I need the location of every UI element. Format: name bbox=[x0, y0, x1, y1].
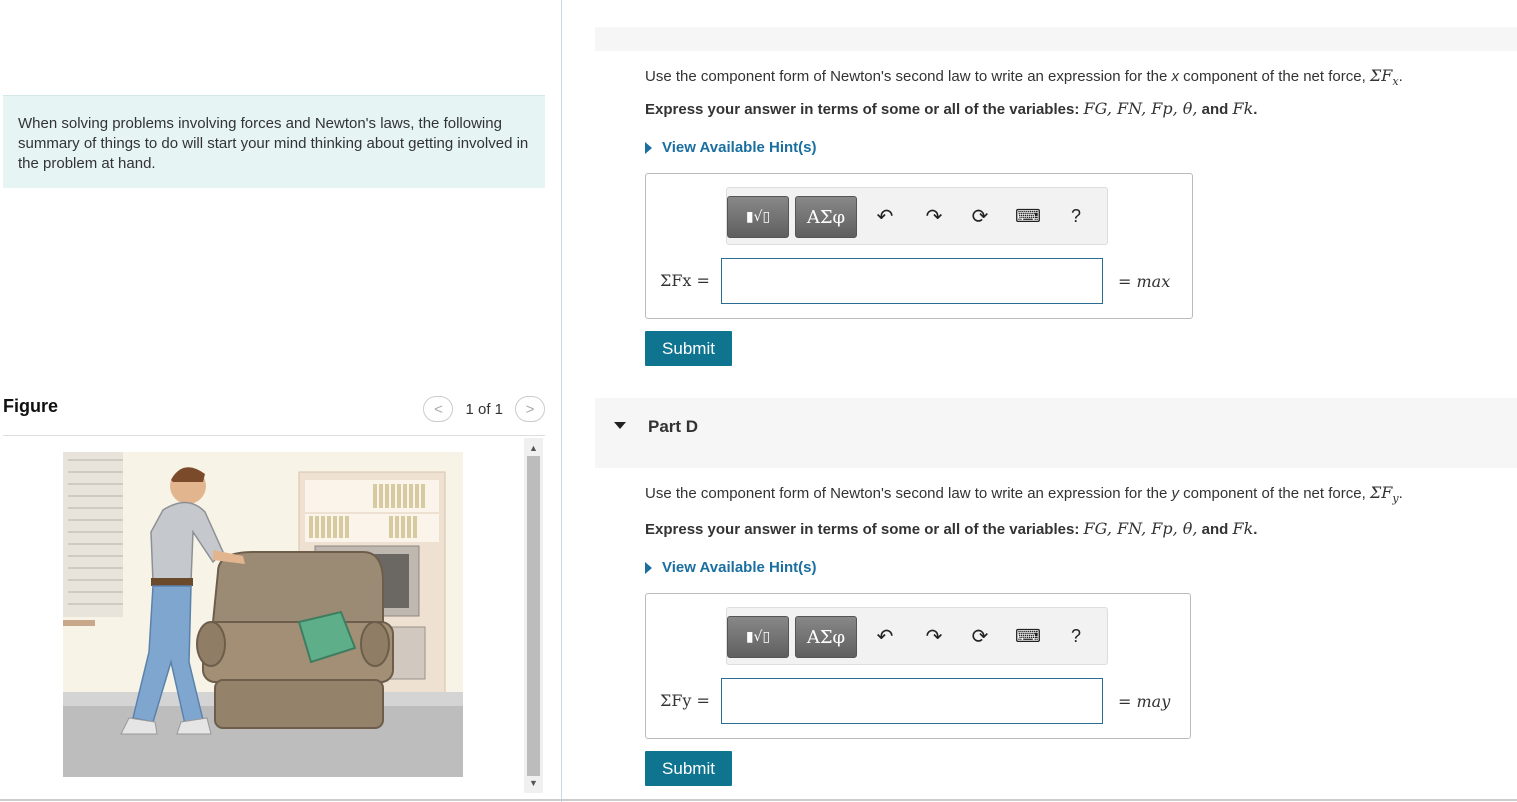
expand-triangle-icon bbox=[645, 561, 652, 574]
left-panel: When solving problems involving forces a… bbox=[0, 0, 562, 802]
part-d-eq-right: = may bbox=[1118, 692, 1171, 711]
part-d-title: Part D bbox=[648, 417, 699, 436]
part-c-express-vars: FG, FN, Fp, θ, bbox=[1083, 99, 1198, 118]
prev-figure-button[interactable]: < bbox=[423, 396, 454, 422]
part-c-header-strip bbox=[595, 27, 1517, 51]
part-c-express: Express your answer in terms of some or … bbox=[645, 99, 1258, 118]
expand-triangle-icon bbox=[645, 141, 652, 154]
part-d-question-prefix: Use the component form of Newton's secon… bbox=[645, 485, 1172, 502]
part-d-express-prefix: Express your answer in terms of some or … bbox=[645, 521, 1084, 538]
scroll-up-icon[interactable]: ▲ bbox=[524, 440, 543, 456]
part-d-submit-button[interactable]: Submit bbox=[645, 751, 732, 786]
right-panel: Use the component form of Newton's secon… bbox=[563, 0, 1517, 802]
part-c-express-last: Fk bbox=[1232, 99, 1254, 118]
keyboard-icon[interactable]: ⌨ bbox=[1015, 623, 1041, 649]
keyboard-icon[interactable]: ⌨ bbox=[1015, 203, 1041, 229]
part-c-eq-right: = max bbox=[1118, 272, 1171, 291]
part-c-hint-label: View Available Hint(s) bbox=[662, 139, 817, 156]
part-c-express-and: and bbox=[1197, 101, 1233, 118]
part-d-answer-box: ▮√▯ ΑΣφ ↶ ↷ ⟳ ⌨ ? ΣFy = = may bbox=[645, 593, 1191, 739]
part-d-math-toolbar: ▮√▯ ΑΣφ ↶ ↷ ⟳ ⌨ ? bbox=[726, 607, 1108, 665]
part-c-question-var: x bbox=[1171, 68, 1179, 85]
part-d-answer-input[interactable] bbox=[721, 678, 1103, 724]
figure-header: Figure < 1 of 1 > bbox=[3, 392, 545, 436]
part-d-hint-link[interactable]: View Available Hint(s) bbox=[645, 559, 817, 576]
symbols-button[interactable]: ΑΣφ bbox=[795, 196, 857, 238]
next-figure-button[interactable]: > bbox=[515, 396, 545, 422]
part-c-eq-left: ΣFx = bbox=[660, 271, 710, 290]
part-d-eq-left: ΣFy = bbox=[660, 691, 710, 710]
redo-icon[interactable]: ↷ bbox=[921, 623, 947, 649]
part-d-question-suffix: component of the net force, bbox=[1178, 485, 1370, 502]
part-c-question-suffix: component of the net force, bbox=[1178, 68, 1370, 85]
symbols-button[interactable]: ΑΣφ bbox=[795, 616, 857, 658]
part-c-express-prefix: Express your answer in terms of some or … bbox=[645, 101, 1084, 118]
templates-button[interactable]: ▮√▯ bbox=[727, 616, 789, 658]
figure-page-count: 1 of 1 bbox=[465, 400, 503, 418]
part-d-express-and: and bbox=[1197, 521, 1233, 538]
intro-text: When solving problems involving forces a… bbox=[3, 95, 545, 188]
undo-icon[interactable]: ↶ bbox=[872, 203, 898, 229]
part-c-question-math: ΣF bbox=[1369, 66, 1393, 85]
templates-button[interactable]: ▮√▯ bbox=[727, 196, 789, 238]
scrollbar-thumb[interactable] bbox=[527, 456, 540, 776]
collapse-caret-icon[interactable] bbox=[614, 422, 626, 429]
part-c-answer-input[interactable] bbox=[721, 258, 1103, 304]
part-c-math-toolbar: ▮√▯ ΑΣφ ↶ ↷ ⟳ ⌨ ? bbox=[726, 187, 1108, 245]
part-d-hint-label: View Available Hint(s) bbox=[662, 559, 817, 576]
reset-icon[interactable]: ⟳ bbox=[967, 623, 993, 649]
part-c-answer-box: ▮√▯ ΑΣφ ↶ ↷ ⟳ ⌨ ? ΣFx = = max bbox=[645, 173, 1193, 319]
part-d-question: Use the component form of Newton's secon… bbox=[645, 483, 1403, 505]
figure-pager: < 1 of 1 > bbox=[423, 396, 545, 422]
figure-title: Figure bbox=[3, 396, 59, 416]
redo-icon[interactable]: ↷ bbox=[921, 203, 947, 229]
part-c-submit-button[interactable]: Submit bbox=[645, 331, 732, 366]
part-d-express-vars: FG, FN, Fp, θ, bbox=[1083, 519, 1198, 538]
part-d-question-var: y bbox=[1171, 485, 1179, 502]
figure-image bbox=[63, 452, 463, 777]
help-icon[interactable]: ? bbox=[1063, 203, 1089, 229]
part-d-express: Express your answer in terms of some or … bbox=[645, 519, 1258, 538]
part-d-question-math: ΣF bbox=[1369, 483, 1393, 502]
part-c-hint-link[interactable]: View Available Hint(s) bbox=[645, 139, 817, 156]
undo-icon[interactable]: ↶ bbox=[872, 623, 898, 649]
figure-scrollbar[interactable]: ▲ ▼ bbox=[524, 438, 543, 793]
part-c-question: Use the component form of Newton's secon… bbox=[645, 66, 1403, 88]
part-d-express-last: Fk bbox=[1232, 519, 1254, 538]
help-icon[interactable]: ? bbox=[1063, 623, 1089, 649]
scroll-down-icon[interactable]: ▼ bbox=[524, 775, 543, 791]
part-c-question-prefix: Use the component form of Newton's secon… bbox=[645, 68, 1172, 85]
bottom-divider bbox=[0, 799, 1517, 801]
part-d-header[interactable]: Part D bbox=[595, 398, 1517, 468]
reset-icon[interactable]: ⟳ bbox=[967, 203, 993, 229]
